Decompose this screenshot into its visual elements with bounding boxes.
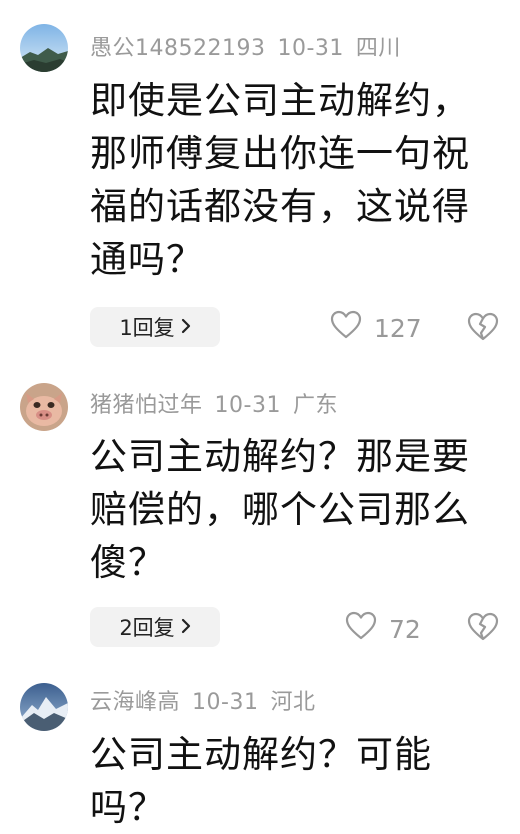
- heart-outline-icon: [330, 310, 374, 346]
- comment-date: 10-31: [277, 36, 344, 61]
- like-button[interactable]: 72: [345, 611, 421, 647]
- comment-date: 10-31: [192, 690, 259, 715]
- reply-button[interactable]: 2回复: [90, 607, 220, 647]
- dislike-button[interactable]: [466, 312, 500, 346]
- username[interactable]: 猪猪怕过年: [90, 393, 203, 418]
- avatar[interactable]: [20, 24, 68, 72]
- comment-text: 公司主动解约？那是要赔偿的，哪个公司那么傻？: [90, 435, 470, 584]
- broken-heart-icon: [466, 312, 500, 346]
- heart-outline-icon: [345, 611, 389, 647]
- chevron-right-icon: [181, 615, 191, 639]
- avatar[interactable]: [20, 383, 68, 431]
- comment-text: 公司主动解约？可能吗？: [90, 733, 432, 829]
- comment-location: 广东: [292, 393, 338, 418]
- broken-heart-icon: [466, 612, 500, 646]
- username[interactable]: 愚公148522193: [90, 36, 265, 61]
- comment-location: 河北: [270, 690, 316, 715]
- avatar[interactable]: [20, 683, 68, 731]
- chevron-right-icon: [181, 315, 191, 339]
- comment-meta: 猪猪怕过年 10-31 广东: [90, 387, 350, 419]
- comment-date: 10-31: [214, 393, 281, 418]
- like-button[interactable]: 127: [330, 310, 422, 346]
- like-count: 72: [389, 614, 421, 644]
- comment-meta: 愚公148522193 10-31 四川: [90, 30, 413, 62]
- like-count: 127: [374, 313, 422, 343]
- comment-location: 四川: [355, 36, 401, 61]
- reply-button[interactable]: 1回复: [90, 307, 220, 347]
- comment-meta: 云海峰高 10-31 河北: [90, 684, 327, 716]
- reply-count-label: 2回复: [119, 616, 175, 640]
- reply-count-label: 1回复: [119, 316, 175, 340]
- comment-text: 即使是公司主动解约，那师傅复出你连一句祝福的话都没有，这说得通吗？: [90, 79, 470, 281]
- username[interactable]: 云海峰高: [90, 690, 180, 715]
- dislike-button[interactable]: [466, 612, 500, 646]
